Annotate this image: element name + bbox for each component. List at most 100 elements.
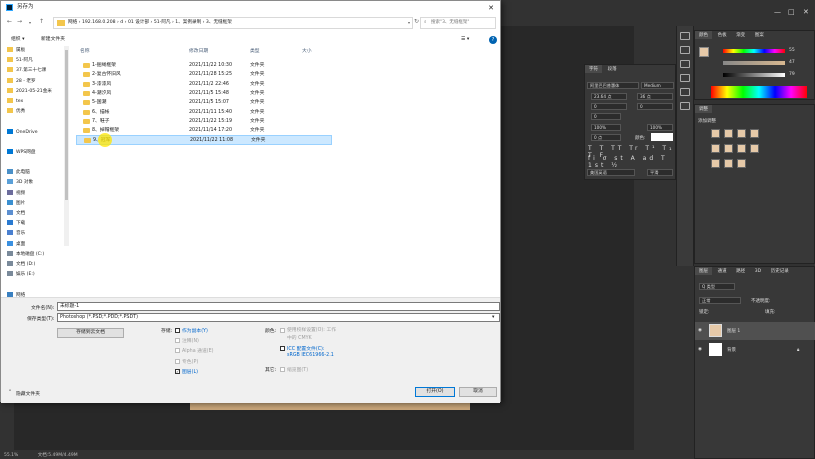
hue-slider[interactable] — [723, 49, 785, 53]
scrollbar-thumb[interactable] — [65, 50, 68, 200]
nav-item[interactable]: 文档 (D:) — [7, 260, 69, 270]
tab-character[interactable]: 字符 — [585, 65, 602, 73]
save-option-checkbox[interactable] — [175, 328, 180, 333]
save-option-checkbox[interactable] — [175, 358, 180, 364]
search-input[interactable]: ⌕ 搜索"3、无缝框架" — [420, 17, 496, 29]
file-row[interactable]: 1-捆绳框架 2021/11/22 10:30 文件夹 — [76, 61, 332, 70]
horizontal-scale-field[interactable]: 100% — [647, 124, 673, 131]
panel-icon[interactable] — [680, 74, 690, 82]
column-name[interactable]: 名称 — [80, 46, 90, 58]
brightness-slider[interactable] — [723, 73, 785, 77]
nav-item[interactable]: 3D 对象 — [7, 178, 69, 188]
font-size-field[interactable]: 23.64 点 — [591, 93, 627, 100]
save-option-checkbox[interactable]: ✓ — [175, 368, 180, 374]
nav-item[interactable]: 视频 — [7, 189, 69, 199]
minimize-icon[interactable]: — — [774, 8, 781, 16]
font-family-field[interactable]: 阿里巴巴普惠体 — [587, 82, 639, 89]
up-icon[interactable]: ↑ — [39, 18, 44, 25]
nav-item[interactable]: 下载 — [7, 219, 69, 229]
layer-name[interactable]: 图层 1 — [727, 328, 740, 334]
nav-item[interactable]: 音乐 — [7, 229, 69, 239]
hide-folders-link[interactable]: 隐藏文件夹 — [16, 390, 40, 397]
tab-paths[interactable]: 路径 — [732, 267, 749, 275]
help-icon[interactable]: ? — [489, 36, 497, 44]
nav-item[interactable]: 桌面 — [7, 240, 69, 250]
new-folder-button[interactable]: 新建文件夹 — [41, 34, 65, 46]
address-dropdown-icon[interactable]: ▾ — [408, 20, 410, 25]
file-row[interactable]: 3-漆漆风 2021/11/2 22:46 文件夹 — [76, 80, 332, 89]
thumbnail-checkbox[interactable] — [280, 367, 285, 372]
tab-patterns[interactable]: 图案 — [751, 31, 768, 39]
layer-row[interactable]: ◉ 背景 🔒︎ — [695, 341, 815, 359]
nav-item[interactable]: 文档 — [7, 209, 69, 219]
panel-icon[interactable] — [680, 32, 690, 40]
file-row[interactable]: 2-复古怀旧风 2021/11/28 15:25 文件夹 — [76, 70, 332, 79]
proof-checkbox[interactable] — [280, 328, 285, 333]
column-size[interactable]: 大小 — [302, 46, 312, 58]
nav-item[interactable]: OneDrive — [7, 128, 69, 138]
panel-icon[interactable] — [680, 46, 690, 54]
cancel-button[interactable]: 取消 — [459, 387, 497, 397]
panel-icon[interactable] — [680, 102, 690, 110]
foreground-color[interactable] — [699, 47, 709, 57]
blend-mode[interactable]: 正常 — [699, 297, 741, 304]
tab-color[interactable]: 颜色 — [695, 31, 712, 39]
maximize-icon[interactable]: □ — [788, 8, 795, 16]
color-ramp[interactable] — [711, 86, 807, 98]
column-date[interactable]: 修改日期 — [189, 46, 208, 58]
nav-item[interactable]: 2021-05-21金米 — [7, 87, 69, 97]
layer-row[interactable]: ◉ 图层 1 — [695, 322, 815, 340]
refresh-icon[interactable]: ↻ — [414, 18, 419, 25]
chevron-up-icon[interactable]: ⌃ — [8, 390, 12, 395]
nav-item[interactable]: 娱乐 (E:) — [7, 270, 69, 280]
file-row[interactable]: 8、掉帽框架 2021/11/14 17:20 文件夹 — [76, 126, 332, 135]
text-color-swatch[interactable] — [651, 133, 673, 141]
tab-history[interactable]: 历史记录 — [767, 267, 793, 275]
tab-layers[interactable]: 图层 — [695, 267, 712, 275]
file-row[interactable]: 6、描帐 2021/11/11 15:40 文件夹 — [76, 108, 332, 117]
layer-filter[interactable]: Q 类型 — [699, 283, 735, 290]
forward-icon[interactable]: → — [17, 18, 22, 25]
nav-item[interactable]: 37.第三十七课 — [7, 66, 69, 76]
tab-swatches[interactable]: 色板 — [714, 31, 731, 39]
font-style-field[interactable]: Medium — [641, 82, 674, 89]
view-options-icon[interactable]: ☰ ▾ — [461, 34, 469, 46]
nav-item[interactable]: 本地磁盘 (C:) — [7, 250, 69, 260]
close-icon[interactable]: ✕ — [488, 2, 494, 15]
chevron-down-icon[interactable]: ▾ — [29, 20, 31, 25]
nav-scrollbar[interactable] — [64, 46, 69, 246]
tracking-field[interactable]: 0 — [637, 103, 673, 110]
baseline-field[interactable]: 0 点 — [591, 134, 621, 141]
layer-name[interactable]: 背景 — [727, 347, 736, 353]
eye-icon[interactable]: ◉ — [698, 347, 702, 352]
language-field[interactable]: 美国英语 — [587, 169, 635, 176]
nav-item[interactable]: 图片 — [7, 199, 69, 209]
file-row[interactable]: 7、鞋子 2021/11/22 15:19 文件夹 — [76, 117, 332, 126]
save-to-cloud-button[interactable]: 存储到云文档 — [57, 328, 124, 338]
back-icon[interactable]: ← — [7, 18, 12, 25]
opentype-buttons[interactable]: fi ơ st A ad T 1st ½ — [588, 155, 675, 169]
antialias-field[interactable]: 平滑 — [647, 169, 673, 176]
file-row[interactable]: 4-潮汐风 2021/11/5 15:48 文件夹 — [76, 89, 332, 98]
kerning-field[interactable]: 0 — [591, 103, 627, 110]
close-app-icon[interactable]: ✕ — [803, 8, 809, 16]
save-option-checkbox[interactable] — [175, 338, 180, 344]
vertical-scale-field[interactable]: 100% — [591, 124, 621, 131]
scale-field[interactable]: 0 — [591, 113, 621, 120]
icc-checkbox[interactable] — [280, 346, 285, 351]
leading-field[interactable]: 36 点 — [637, 93, 673, 100]
file-row[interactable]: 5-国潮 2021/11/5 15:07 文件夹 — [76, 98, 332, 107]
nav-item[interactable]: 优秀 — [7, 107, 69, 117]
tab-adjustments[interactable]: 调整 — [695, 105, 712, 113]
save-option-checkbox[interactable] — [175, 348, 180, 354]
tab-channels[interactable]: 通道 — [714, 267, 731, 275]
file-row[interactable]: 9、冠军2021/11/22 11:08文件夹 — [76, 135, 332, 145]
nav-item[interactable]: 51-阿凡 — [7, 56, 69, 66]
nav-item[interactable]: tex — [7, 97, 69, 107]
nav-item[interactable]: 28 - 老罗 — [7, 77, 69, 87]
tab-gradients[interactable]: 渐变 — [732, 31, 749, 39]
eye-icon[interactable]: ◉ — [698, 328, 702, 333]
save-button[interactable]: 打开(O) — [415, 387, 455, 397]
panel-icon[interactable] — [680, 88, 690, 96]
tab-3d[interactable]: 3D — [751, 268, 765, 275]
